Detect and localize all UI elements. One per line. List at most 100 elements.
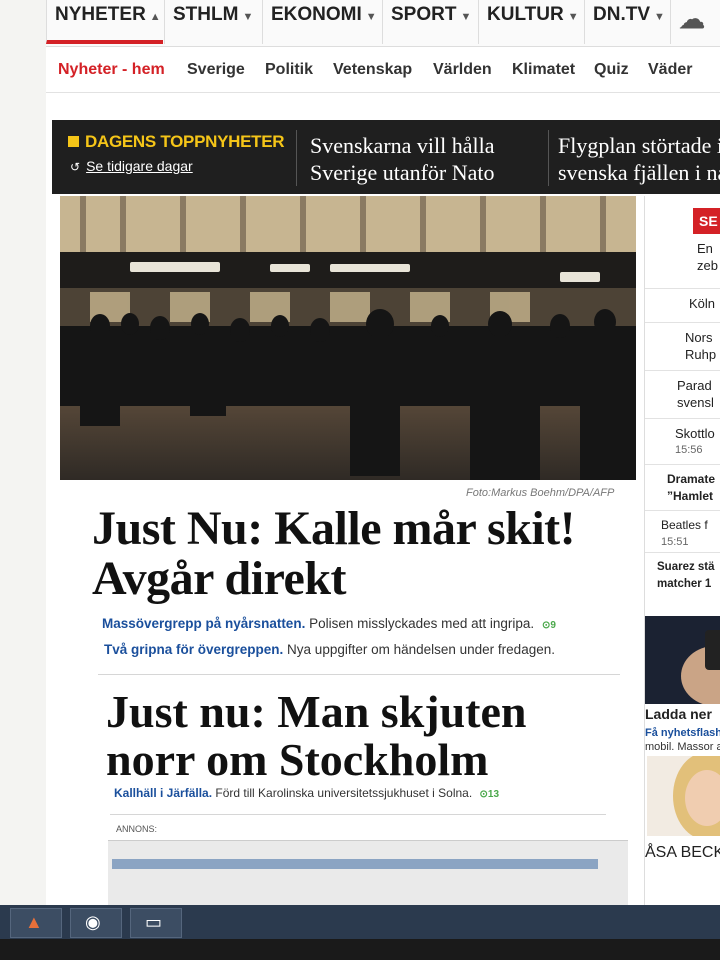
sidebar-item-text: Köln — [689, 296, 716, 311]
columnist-name[interactable]: ÅSA BECKM — [645, 844, 720, 862]
nav-label: EKONOMI — [271, 4, 362, 25]
sublink-text: Förd till Karolinska universitetssjukhus… — [212, 786, 473, 800]
monitor-bezel — [0, 939, 720, 960]
caret-down-icon: ▼ — [654, 11, 665, 23]
taskbar-matlab[interactable]: ▲ — [10, 908, 62, 938]
nav-label: KULTUR — [487, 4, 564, 25]
right-sidebar: SE En zeb Köln Nors Ruhp Parad svensl Sk… — [644, 196, 720, 905]
nav-sport[interactable]: SPORT ▼ — [382, 0, 477, 44]
previous-days-label: Se tidigare dagar — [86, 158, 193, 174]
top-story-1[interactable]: Svenskarna vill hålla Sverige utanför Na… — [310, 132, 495, 186]
subnav-quiz[interactable]: Quiz — [594, 61, 629, 79]
columnist-photo[interactable] — [647, 756, 720, 836]
subnav-politik[interactable]: Politik — [265, 61, 313, 79]
sidebar-item[interactable]: Skottlo 15:56 — [645, 418, 720, 459]
square-icon — [68, 136, 79, 147]
sidebar-item[interactable]: Köln — [645, 288, 720, 312]
nav-ekonomi[interactable]: EKONOMI ▼ — [262, 0, 381, 44]
download-app-title[interactable]: Ladda ner — [645, 706, 712, 722]
nav-label: DN.TV — [593, 4, 650, 25]
sidebar-item-text: Nors — [685, 330, 713, 345]
sublink-row: Massövergrepp på nyårsnatten. Polisen mi… — [102, 616, 556, 631]
second-headline[interactable]: Just nu: Man skjuten norr om Stockholm — [106, 688, 626, 784]
sidebar-item-text: En — [697, 241, 713, 256]
sublink[interactable]: Massövergrepp på nyårsnatten. — [102, 616, 305, 631]
sidebar-item-text: Suarez stä — [657, 561, 715, 573]
sidebar-item-time: 15:51 — [661, 536, 689, 548]
top-news-bar: DAGENS TOPPNYHETER ↺ Se tidigare dagar Sv… — [52, 120, 720, 194]
ad-image — [112, 859, 598, 869]
sidebar-item-text: ”Hamlet — [667, 489, 714, 503]
sidebar-item[interactable]: Suarez stä matcher 1 — [645, 552, 720, 593]
comment-count[interactable]: ⊙9 — [542, 620, 556, 631]
subnav-vetenskap[interactable]: Vetenskap — [333, 61, 412, 79]
sidebar-item-text: zeb — [697, 258, 718, 273]
subnav-vader[interactable]: Väder — [648, 61, 692, 79]
sidebar-item-text: Beatles f — [661, 518, 708, 532]
sidebar-item[interactable]: En zeb — [645, 240, 720, 274]
sidebar-item-text: matcher 1 — [657, 578, 712, 590]
nav-label: STHLM — [173, 4, 239, 25]
sidebar-item[interactable]: Nors Ruhp — [645, 322, 720, 363]
sidebar-item[interactable]: Parad svensl — [645, 370, 720, 411]
badge-label: DAGENS TOPPNYHETER — [85, 132, 285, 151]
subnav-varlden[interactable]: Världen — [433, 61, 492, 79]
caret-down-icon: ▼ — [242, 11, 254, 23]
cloud-icon: ☁ — [679, 4, 705, 34]
nav-kultur[interactable]: KULTUR ▼ — [478, 0, 583, 44]
sidebar-item-time: 15:56 — [675, 444, 703, 456]
caret-down-icon: ▼ — [460, 11, 472, 23]
divider — [98, 674, 620, 675]
sidebar-section-label: SE — [693, 208, 720, 234]
top-news-badge: DAGENS TOPPNYHETER — [68, 132, 285, 152]
window-icon: ▭ — [145, 912, 163, 932]
portrait-image — [647, 756, 720, 836]
sidebar-item-text: Ruhp — [685, 347, 717, 362]
comment-count-value: 13 — [487, 789, 500, 800]
photo-credit: Foto:Markus Boehm/DPA/AFP — [466, 487, 615, 499]
sublink[interactable]: Två gripna för övergreppen. — [104, 642, 283, 657]
taskbar-chrome[interactable]: ◉ — [70, 908, 122, 938]
matlab-icon: ▲ — [25, 912, 43, 932]
sidebar-item-text: Parad — [677, 378, 712, 393]
previous-days-link[interactable]: ↺ Se tidigare dagar — [70, 158, 193, 174]
nav-nyheter[interactable]: NYHETER ▲ — [46, 0, 163, 44]
sublink[interactable]: Kallhäll i Järfälla. — [114, 786, 212, 800]
divider — [296, 130, 297, 186]
ad-label: ANNONS: — [116, 824, 158, 834]
caret-up-icon: ▲ — [149, 11, 161, 23]
sidebar-item[interactable]: Dramate ”Hamlet — [645, 464, 720, 505]
subnav-nyheter-hem[interactable]: Nyheter - hem — [58, 61, 165, 79]
story-line: svenska fjällen i na — [558, 160, 720, 185]
browser-viewport: NYHETER ▲ STHLM ▼ EKONOMI ▼ SPORT ▼ KULTUR ▼ … — [0, 0, 720, 905]
sublink-text: Polisen misslyckades med att ingripa. — [305, 616, 535, 631]
nav-sthlm[interactable]: STHLM ▼ — [164, 0, 261, 44]
nav-dntv[interactable]: DN.TV ▼ — [584, 0, 677, 44]
comment-count[interactable]: ⊙13 — [480, 789, 500, 800]
sub-navigation: Nyheter - hem Sverige Politik Vetenskap … — [46, 52, 720, 93]
sublink-text: Nya uppgifter om händelsen under fredage… — [283, 642, 555, 657]
divider — [548, 130, 549, 186]
phone-thumbnail[interactable] — [645, 616, 720, 704]
download-app-link[interactable]: Få nyhetsflash mobil. Massor a — [645, 726, 720, 754]
nav-weather[interactable]: ☁ — [670, 0, 720, 44]
hero-photo[interactable] — [60, 196, 636, 480]
sublink-row: Två gripna för övergreppen. Nya uppgifte… — [104, 642, 555, 657]
subnav-sverige[interactable]: Sverige — [187, 61, 245, 79]
story-line: Svenskarna vill hålla — [310, 133, 495, 158]
crowd-photo — [60, 196, 636, 480]
top-story-2[interactable]: Flygplan störtade i svenska fjällen i na — [558, 132, 720, 186]
main-headline[interactable]: Just Nu: Kalle mår skit! Avgår direkt — [92, 504, 612, 604]
taskbar-window[interactable]: ▭ — [130, 908, 182, 938]
comment-count-value: 9 — [550, 620, 556, 631]
caret-down-icon: ▼ — [365, 11, 377, 23]
ad-banner[interactable] — [108, 840, 628, 905]
sidebar-item-text: Dramate — [667, 472, 716, 486]
caret-down-icon: ▼ — [567, 11, 579, 23]
sidebar-item[interactable]: Beatles f 15:51 — [645, 510, 720, 551]
subnav-klimatet[interactable]: Klimatet — [512, 61, 575, 79]
os-taskbar: ▲ ◉ ▭ — [0, 905, 720, 939]
top-navigation: NYHETER ▲ STHLM ▼ EKONOMI ▼ SPORT ▼ KULTUR ▼ … — [46, 0, 720, 47]
download-app-link-text: Få nyhetsflash — [645, 727, 720, 739]
nav-label: NYHETER — [55, 4, 146, 25]
